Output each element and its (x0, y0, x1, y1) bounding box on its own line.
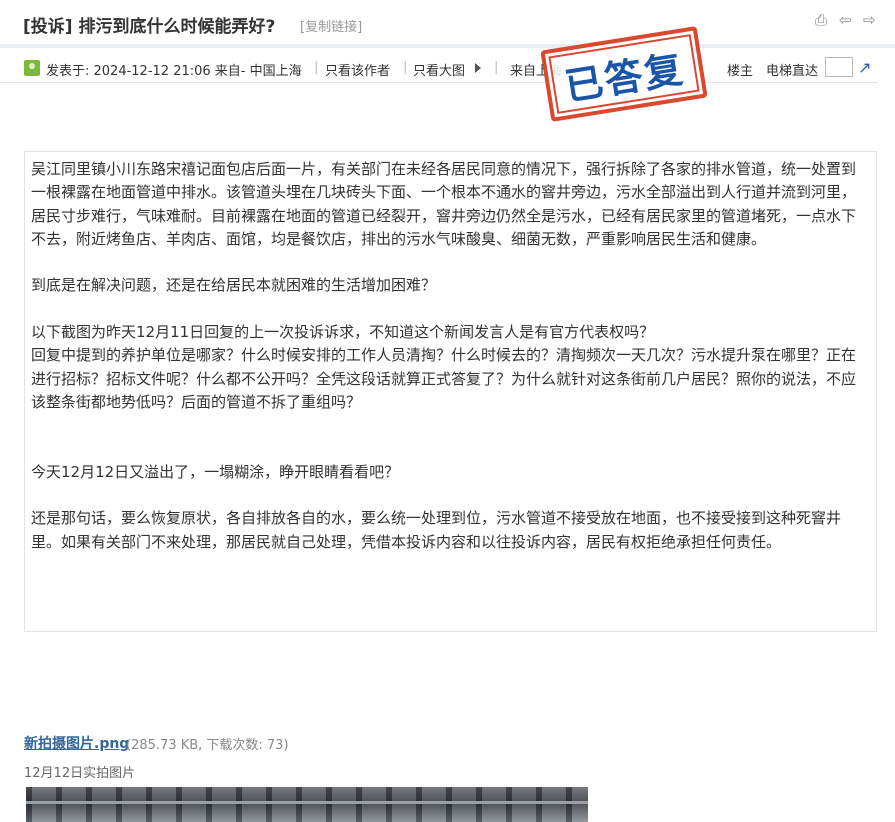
post-paragraph: 以下截图为昨天12月11日回复的上一次投诉诉求，不知道这个新闻发言人是有官方代表… (31, 323, 655, 342)
attachment-link[interactable]: 新拍摄图片.png (24, 733, 129, 753)
attachment-photo[interactable] (26, 787, 588, 822)
post-paragraph: 吴江同里镇小川东路宋禧记面包店后面一片，有关部门在未经各居民同意的情况下，强行拆… (31, 160, 857, 248)
thread-title: [投诉] 排污到底什么时候能弄好? (23, 17, 276, 37)
post-time: 发表于: 2024-12-12 21:06 来自- 中国上海 (46, 64, 302, 79)
post-body: 吴江同里镇小川东路宋禧记面包店后面一片，有关部门在未经各居民同意的情况下，强行拆… (31, 158, 863, 554)
divider: | (403, 60, 408, 75)
attachment-caption: 12月12日实拍图片 (24, 766, 136, 781)
post-content: 吴江同里镇小川东路宋禧记面包店后面一片，有关部门在未经各居民同意的情况下，强行拆… (24, 151, 877, 632)
post-paragraph: 到底是在解决问题，还是在给居民本就困难的生活增加困难？ (31, 276, 437, 295)
user-online-icon (24, 60, 40, 76)
floor-jump-input[interactable] (825, 57, 853, 77)
only-author-link[interactable]: 只看该作者 (325, 60, 390, 79)
copy-link-button[interactable]: [复制链接] (300, 16, 362, 35)
post-paragraph: 回复中提到的养护单位是哪家？什么时候安排的工作人员清掏？什么时候去的？清掏频次一… (31, 346, 857, 411)
divider: | (314, 60, 319, 75)
floor-label: 楼主 (727, 64, 754, 79)
prev-arrow-icon[interactable]: ⇦ (839, 12, 855, 28)
post-paragraph: 还是那句话，要么恢复原状，各自排放各自的水，要么统一处理到位，污水管道不接受放在… (31, 509, 842, 551)
post-paragraph: 今天12月12日又溢出了，一塌糊涂，睁开眼睛看看吧？ (31, 462, 400, 481)
thread-tools: ⎙ ⇦ ⇨ (815, 12, 879, 28)
thread-title-bar: [投诉] 排污到底什么时候能弄好? [复制链接] ⎙ ⇦ ⇨ (0, 0, 895, 48)
go-icon[interactable]: ↗ (858, 58, 871, 77)
divider: | (494, 60, 499, 75)
big-image-link[interactable]: 只看大图 (413, 60, 465, 79)
stamp-text: 已答复 (561, 46, 688, 109)
play-icon[interactable] (475, 63, 481, 73)
next-arrow-icon[interactable]: ⇨ (863, 12, 879, 28)
post-meta-bar: 发表于: 2024-12-12 21:06 来自- 中国上海 | 只看该作者 |… (0, 52, 878, 83)
print-icon[interactable]: ⎙ (815, 12, 831, 28)
attachment-info: (285.73 KB, 下载次数: 73) (126, 738, 289, 753)
elevator-label: 电梯直达 (766, 64, 819, 79)
